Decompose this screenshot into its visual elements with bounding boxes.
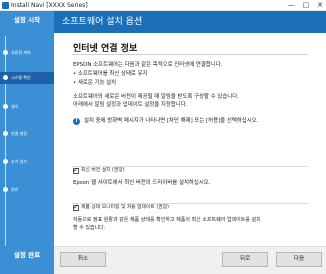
next-button[interactable]: 다음	[276, 252, 322, 267]
window-title: Install Navi [XXXX Series]	[11, 2, 88, 9]
bullet-item: • 새로운 기능 설치	[73, 80, 117, 86]
cancel-button[interactable]: 취소	[60, 252, 106, 267]
step-label: 추가 설치	[11, 159, 27, 164]
sidebar-step-system-check: 시스템 확인	[0, 72, 54, 84]
window-titlebar: Install Navi [XXXX Series] — □ ✕	[0, 0, 326, 11]
header-title: 소프트웨어 설치 옵션	[62, 17, 143, 27]
sidebar-heading: 설정 시작	[13, 16, 41, 24]
sidebar-step-additional: 추가 설치	[0, 156, 54, 168]
sidebar-step-connection: 연결 설정	[0, 128, 54, 140]
back-button[interactable]: 뒤로	[222, 252, 268, 267]
info-icon: i	[73, 118, 80, 125]
latest-version-description: Epson 웹 사이트에서 최신 버전의 드라이버를 설치하십시오.	[73, 180, 211, 186]
app-icon	[2, 2, 9, 9]
firewall-notice-text: 설치 중에 방화벽 메시지가 나타나면 [차단 해제] 또는 [허용]을 선택하…	[84, 118, 259, 124]
step-dot	[3, 50, 8, 55]
auto-update-description: 할 수 있습니다.	[73, 225, 106, 231]
bullet-item: • 소프트웨어를 최신 상태로 유지	[73, 71, 148, 77]
minimize-button[interactable]: —	[286, 0, 296, 10]
step-dot	[3, 187, 8, 192]
step-rail	[5, 36, 6, 246]
button-bar: 취소 뒤로 다음	[54, 246, 326, 274]
main-content: 인터넷 연결 정보 EPSON 소프트웨어는 다음과 같은 목적으로 인터넷에 …	[54, 33, 326, 246]
step-label: 설치	[11, 104, 19, 109]
page-header: 소프트웨어 설치 옵션	[54, 11, 326, 33]
auto-update-label[interactable]: 제품 상태 모니터링 및 자동 업데이트 (권장)	[81, 204, 169, 212]
step-dot	[3, 104, 8, 109]
title-divider	[72, 54, 308, 55]
step-dot	[3, 159, 8, 164]
checkmark-icon: ✓	[73, 166, 79, 174]
setup-sidebar: 설정 시작 사용권 계약 시스템 확인 설치 연결 설정 추가 설치 완료 설정…	[0, 11, 54, 274]
sidebar-step-install: 설치	[0, 101, 54, 113]
notification-text: 소프트웨어의 새로운 버전이 제공될 때 알림을 받도록 구성할 수 있습니다.	[73, 94, 239, 100]
sidebar-footer: 설정 완료	[13, 251, 41, 259]
latest-version-checkbox[interactable]: ✓	[73, 166, 79, 174]
notification-text: 아래에서 알림 설정과 업데이트 설정을 지정합니다.	[73, 102, 188, 108]
sidebar-step-license: 사용권 계약	[0, 47, 54, 59]
checkmark-icon: ✓	[73, 203, 79, 211]
intro-text: EPSON 소프트웨어는 다음과 같은 목적으로 인터넷에 연결합니다.	[73, 62, 223, 68]
page-title: 인터넷 연결 정보	[73, 44, 138, 54]
step-label: 시스템 확인	[11, 75, 31, 80]
sidebar-step-complete: 완료	[0, 184, 54, 196]
step-label: 연결 설정	[11, 131, 27, 136]
auto-update-description: 자동으로 정표 원활과 같은 제품 상태를 확인하고 제품의 최신 소프트웨어 …	[73, 217, 261, 223]
latest-version-label[interactable]: 최신 버전 설치 (권장)	[81, 167, 125, 175]
step-dot	[3, 75, 8, 80]
auto-update-checkbox[interactable]: ✓	[73, 203, 79, 211]
step-label: 완료	[11, 187, 19, 192]
step-label: 사용권 계약	[11, 50, 31, 55]
close-button[interactable]: ✕	[315, 0, 325, 10]
step-dot	[3, 131, 8, 136]
maximize-button[interactable]: □	[301, 0, 311, 10]
